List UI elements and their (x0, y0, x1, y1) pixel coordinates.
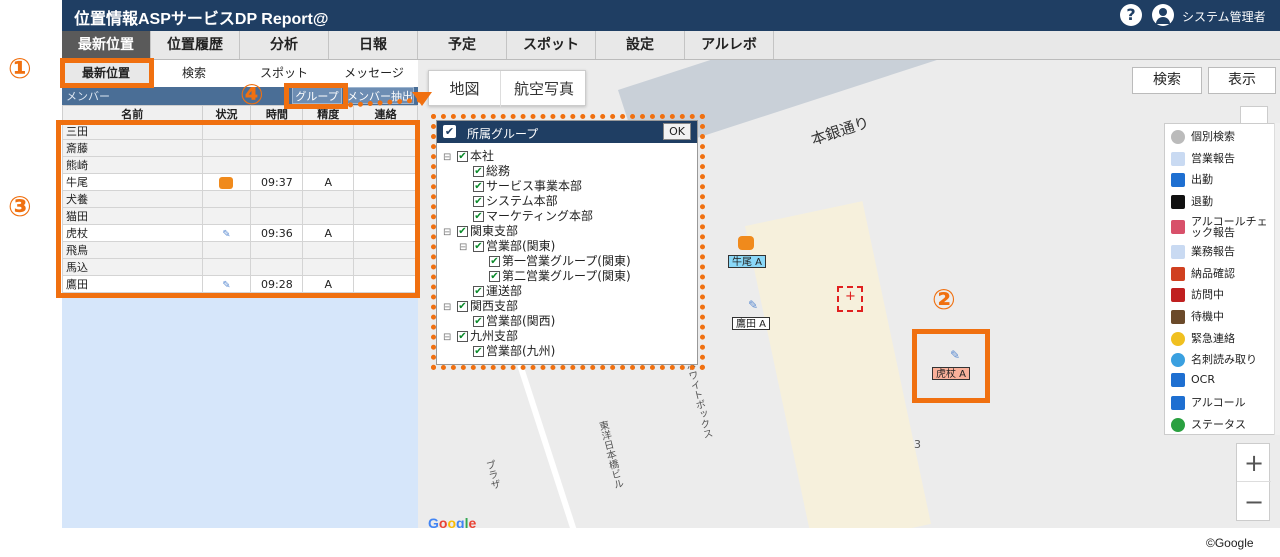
layer-label: アルコールチェック報告 (1191, 215, 1268, 239)
annotation-3: ③ (8, 190, 32, 223)
report-icon (1171, 245, 1185, 259)
layer-item[interactable]: アルコールチェック報告 (1171, 216, 1271, 238)
layer-label: ステータス (1191, 418, 1246, 431)
annotation-box-3 (56, 120, 420, 298)
chat-icon[interactable] (738, 236, 754, 250)
main-nav: 最新位置 位置履歴 分析 日報 予定 スポット 設定 アルレボ ⚙ (62, 31, 1280, 88)
walk-out-icon (1171, 195, 1185, 209)
layer-label: 個別検索 (1191, 130, 1235, 143)
annotation-1: ① (8, 52, 32, 85)
annotation-popup-outline (431, 114, 705, 370)
annotation-2: ② (932, 283, 956, 316)
layer-item[interactable]: 名刺読み取り (1171, 351, 1257, 367)
nav-daily-report[interactable]: 日報 (329, 31, 418, 59)
map-search-button[interactable]: 検索 (1132, 67, 1202, 94)
layer-label: 訪問中 (1191, 288, 1224, 301)
street-label-plaza: プラザ (482, 459, 501, 491)
layer-item[interactable]: ステータス (1171, 416, 1246, 432)
annotation-4: ④ (240, 78, 264, 111)
user-icon[interactable] (1152, 4, 1174, 26)
layer-item[interactable]: 緊急連絡 (1171, 330, 1235, 346)
number-label: 3 (914, 438, 921, 451)
nav-position-history[interactable]: 位置履歴 (151, 31, 240, 59)
crosshair-icon (837, 286, 863, 312)
layer-item[interactable]: 営業報告 (1171, 150, 1235, 166)
person-search-icon (1171, 130, 1185, 144)
nav-settings[interactable]: 設定 (596, 31, 685, 59)
layer-item[interactable]: 待機中 (1171, 308, 1224, 324)
nav-schedule[interactable]: 予定 (418, 31, 507, 59)
coffee-icon (1171, 310, 1185, 324)
report-icon[interactable]: ✎ (748, 298, 758, 312)
side-road (517, 363, 585, 528)
google-logo: Google (428, 515, 477, 528)
layer-item[interactable]: 業務報告 (1171, 243, 1235, 259)
alcohol-icon (1171, 396, 1185, 410)
annotation-box-4 (284, 83, 348, 109)
street-label-honginza: 本銀通り (808, 113, 872, 149)
layer-list: 個別検索 営業報告 出勤 退勤 アルコールチェック報告 業務報告 納品確認 訪問… (1164, 123, 1280, 435)
layer-label: アルコール (1191, 396, 1246, 409)
layer-scrollbar[interactable] (1274, 123, 1280, 435)
layer-item[interactable]: OCR (1171, 373, 1215, 387)
layer-item[interactable]: 納品確認 (1171, 265, 1235, 281)
zoom-control: + − (1236, 443, 1271, 521)
marker-label-takata[interactable]: 鷹田 A (732, 317, 771, 330)
report-icon (1171, 152, 1185, 166)
annotation-box-1 (60, 58, 154, 88)
user-name[interactable]: システム管理者 (1182, 8, 1266, 25)
layer-item[interactable]: 個別検索 (1171, 128, 1235, 144)
alert-icon (1171, 332, 1185, 346)
layer-label: OCR (1191, 373, 1215, 386)
annotation-box-2 (912, 329, 990, 403)
layer-label: 名刺読み取り (1191, 353, 1257, 366)
layer-label: 業務報告 (1191, 245, 1235, 258)
zoom-in-button[interactable]: + (1237, 444, 1271, 482)
layer-label: 退勤 (1191, 195, 1213, 208)
bottle-icon (1171, 288, 1185, 302)
layer-item[interactable]: 出勤 (1171, 171, 1213, 187)
layer-item[interactable]: アルコール (1171, 394, 1246, 410)
layer-label: 緊急連絡 (1191, 332, 1235, 345)
truck-icon (1171, 267, 1185, 281)
layer-label: 出勤 (1191, 173, 1213, 186)
member-label: メンバー (66, 90, 110, 103)
satellite-tab[interactable]: 航空写真 (501, 71, 587, 107)
building-block (745, 201, 931, 528)
ocr-icon (1171, 373, 1185, 387)
subtab-search[interactable]: 検索 (150, 60, 238, 87)
copyright-text: ©Google (1206, 536, 1254, 550)
nav-latest-position[interactable]: 最新位置 (62, 31, 151, 59)
map-show-button[interactable]: 表示 (1208, 67, 1276, 94)
street-label-building: 東洋日本橋ビル (595, 419, 624, 491)
title-bar: 位置情報ASPサービスDP Report@ ? システム管理者 (62, 0, 1280, 31)
thumb-icon (1171, 220, 1185, 234)
map-type-switch: 地図 航空写真 (428, 70, 587, 107)
nav-analysis[interactable]: 分析 (240, 31, 329, 59)
layer-item[interactable]: 訪問中 (1171, 286, 1224, 302)
marker-label-ushio[interactable]: 牛尾 A (728, 255, 767, 268)
nav-spot[interactable]: スポット (507, 31, 596, 59)
layer-label: 納品確認 (1191, 267, 1235, 280)
layer-item[interactable]: 退勤 (1171, 193, 1213, 209)
map-tab[interactable]: 地図 (429, 71, 501, 107)
walk-in-icon (1171, 173, 1185, 187)
status-icon (1171, 418, 1185, 432)
layer-label: 待機中 (1191, 310, 1224, 323)
annotation-arrow-head (412, 92, 432, 106)
pin-icon (1171, 353, 1185, 367)
app-title: 位置情報ASPサービスDP Report@ (74, 11, 329, 28)
zoom-out-button[interactable]: − (1237, 483, 1271, 521)
nav-alurebo[interactable]: アルレボ (685, 31, 774, 59)
street-label-whitebox: ホワイトボックス (682, 359, 713, 441)
layer-label: 営業報告 (1191, 152, 1235, 165)
help-icon[interactable]: ? (1120, 4, 1142, 26)
